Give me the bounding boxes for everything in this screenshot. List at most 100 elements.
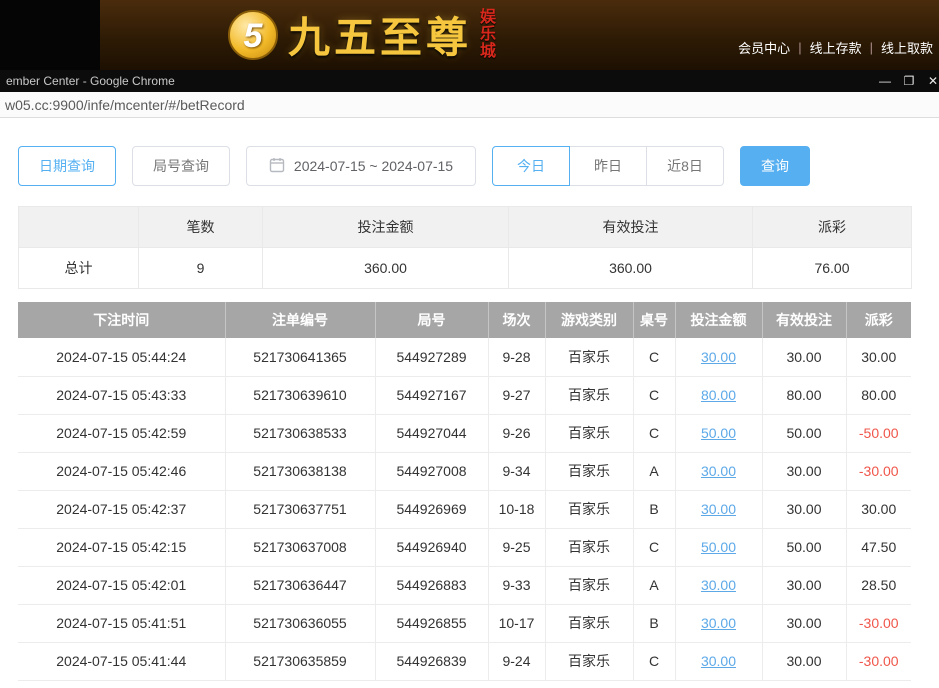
cell-payout: 30.00 <box>846 490 911 528</box>
window-corner-block <box>0 0 100 70</box>
search-button[interactable]: 查询 <box>740 146 810 186</box>
cell-payout: 80.00 <box>846 376 911 414</box>
cell-game: 百家乐 <box>545 376 633 414</box>
window-title: ember Center - Google Chrome <box>0 74 175 88</box>
column-header-round_no: 局号 <box>375 302 488 338</box>
summary-header-row: 笔数 投注金额 有效投注 派彩 <box>19 207 912 248</box>
cell-table: C <box>633 414 675 452</box>
cell-game: 百家乐 <box>545 452 633 490</box>
quick-yesterday-button[interactable]: 昨日 <box>569 146 647 186</box>
column-header-table: 桌号 <box>633 302 675 338</box>
cell-table: A <box>633 566 675 604</box>
cell-session: 9-27 <box>488 376 545 414</box>
browser-titlebar: ember Center - Google Chrome — ❐ ✕ <box>0 70 939 92</box>
cell-valid: 30.00 <box>762 490 846 528</box>
cell-order_no: 521730637751 <box>225 490 375 528</box>
cell-payout: -50.00 <box>846 414 911 452</box>
bet-amount-link[interactable]: 30.00 <box>701 349 736 365</box>
nav-separator: | <box>798 40 801 55</box>
cell-valid: 30.00 <box>762 452 846 490</box>
maximize-icon[interactable]: ❐ <box>897 70 921 92</box>
gold-coin-icon: 5 <box>228 10 278 60</box>
bet-amount-link[interactable]: 30.00 <box>701 615 736 631</box>
logo-subtitle: 娱 乐 城 <box>480 9 496 60</box>
cell-valid: 50.00 <box>762 528 846 566</box>
cell-game: 百家乐 <box>545 642 633 680</box>
cell-table: C <box>633 528 675 566</box>
cell-payout: -30.00 <box>846 604 911 642</box>
cell-session: 9-34 <box>488 452 545 490</box>
cell-round_no: 544926969 <box>375 490 488 528</box>
cell-table: C <box>633 376 675 414</box>
cell-order_no: 521730635859 <box>225 642 375 680</box>
nav-link[interactable]: 线上存款 <box>810 38 862 57</box>
minimize-icon[interactable]: — <box>873 70 897 92</box>
cell-valid: 30.00 <box>762 642 846 680</box>
cell-game: 百家乐 <box>545 338 633 376</box>
bet-amount-link[interactable]: 80.00 <box>701 387 736 403</box>
cell-game: 百家乐 <box>545 414 633 452</box>
cell-table: A <box>633 452 675 490</box>
cell-payout: 28.50 <box>846 566 911 604</box>
cell-order_no: 521730636055 <box>225 604 375 642</box>
column-header-order_no: 注单编号 <box>225 302 375 338</box>
date-query-tab[interactable]: 日期查询 <box>18 146 116 186</box>
top-nav: 会员中心|线上存款|线上取款 <box>738 38 933 57</box>
cell-valid: 30.00 <box>762 604 846 642</box>
column-header-session: 场次 <box>488 302 545 338</box>
nav-link[interactable]: 会员中心 <box>738 38 790 57</box>
column-header-time: 下注时间 <box>18 302 225 338</box>
table-row: 2024-07-15 05:42:59521730638533544927044… <box>18 414 911 452</box>
cell-table: C <box>633 642 675 680</box>
cell-table: C <box>633 338 675 376</box>
summary-total-payout: 76.00 <box>753 248 912 289</box>
cell-payout: 30.00 <box>846 338 911 376</box>
bet-amount-link[interactable]: 50.00 <box>701 539 736 555</box>
date-range-input[interactable]: 2024-07-15 ~ 2024-07-15 <box>246 146 476 186</box>
cell-table: B <box>633 490 675 528</box>
cell-table: B <box>633 604 675 642</box>
cell-order_no: 521730641365 <box>225 338 375 376</box>
cell-time: 2024-07-15 05:43:33 <box>18 376 225 414</box>
summary-header-valid-bet: 有效投注 <box>509 207 753 248</box>
window-controls: — ❐ ✕ <box>873 70 939 92</box>
date-range-value: 2024-07-15 ~ 2024-07-15 <box>294 158 453 174</box>
summary-total-bet-amount: 360.00 <box>263 248 509 289</box>
cell-payout: -30.00 <box>846 452 911 490</box>
column-header-game: 游戏类别 <box>545 302 633 338</box>
cell-order_no: 521730636447 <box>225 566 375 604</box>
column-header-valid: 有效投注 <box>762 302 846 338</box>
cell-time: 2024-07-15 05:41:44 <box>18 642 225 680</box>
url-field[interactable]: w05.cc:9900/infe/mcenter/#/betRecord <box>0 97 245 113</box>
logo-subtitle-char: 乐 <box>480 26 496 43</box>
quick-last8days-button[interactable]: 近8日 <box>646 146 724 186</box>
bet-amount-link[interactable]: 30.00 <box>701 653 736 669</box>
cell-order_no: 521730638533 <box>225 414 375 452</box>
summary-header-payout: 派彩 <box>753 207 912 248</box>
quick-today-button[interactable]: 今日 <box>492 146 570 186</box>
summary-total-row: 总计 9 360.00 360.00 76.00 <box>19 248 912 289</box>
cell-order_no: 521730637008 <box>225 528 375 566</box>
round-query-tab[interactable]: 局号查询 <box>132 146 230 186</box>
bet-amount-link[interactable]: 50.00 <box>701 425 736 441</box>
cell-round_no: 544927289 <box>375 338 488 376</box>
cell-time: 2024-07-15 05:42:46 <box>18 452 225 490</box>
cell-round_no: 544927167 <box>375 376 488 414</box>
close-icon[interactable]: ✕ <box>921 70 939 92</box>
bet-amount-link[interactable]: 30.00 <box>701 501 736 517</box>
bet-amount-link[interactable]: 30.00 <box>701 463 736 479</box>
cell-round_no: 544927044 <box>375 414 488 452</box>
logo-subtitle-char: 城 <box>480 43 496 60</box>
cell-bet: 30.00 <box>675 642 762 680</box>
calendar-icon <box>269 157 285 176</box>
filter-toolbar: 日期查询 局号查询 2024-07-15 ~ 2024-07-15 今日 昨日 … <box>18 146 911 186</box>
cell-valid: 30.00 <box>762 566 846 604</box>
summary-header-bet-amount: 投注金额 <box>263 207 509 248</box>
logo-subtitle-char: 娱 <box>480 9 496 26</box>
nav-link[interactable]: 线上取款 <box>881 38 933 57</box>
table-row: 2024-07-15 05:41:51521730636055544926855… <box>18 604 911 642</box>
column-header-payout: 派彩 <box>846 302 911 338</box>
cell-bet: 50.00 <box>675 414 762 452</box>
bet-amount-link[interactable]: 30.00 <box>701 577 736 593</box>
cell-time: 2024-07-15 05:42:15 <box>18 528 225 566</box>
